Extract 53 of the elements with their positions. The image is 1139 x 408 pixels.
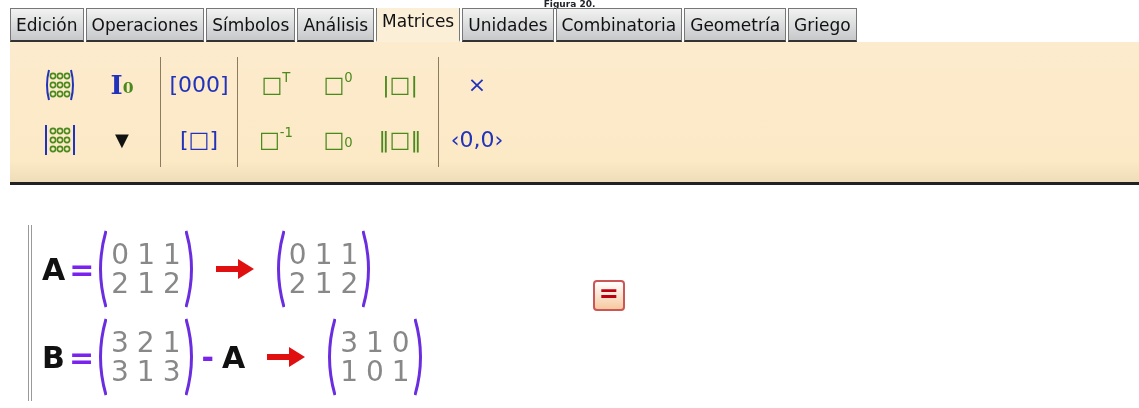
figure-caption: Figura 20. [542, 0, 597, 8]
matrix-entry: 2 [287, 269, 308, 299]
matrix-entry: 1 [136, 269, 156, 299]
matrix-entry: 1 [161, 327, 182, 357]
matrix-entry: 3 [110, 327, 130, 357]
tab[interactable]: Geometría [684, 8, 787, 42]
matrix-entry: 1 [313, 239, 334, 269]
dropdown-button[interactable]: ▼ [94, 112, 150, 167]
toolbar-button[interactable]: ‹0,0› [449, 112, 505, 167]
matrix-entry: 2 [110, 269, 131, 299]
tab[interactable]: Combinatoria [555, 8, 683, 42]
matrix-entry: 1 [162, 239, 182, 269]
toolbar-button[interactable]: × [449, 57, 505, 112]
equals-sign: = [69, 250, 95, 289]
minus-sign: - [201, 338, 214, 377]
evaluate-button[interactable]: = [592, 280, 625, 311]
tab[interactable]: Griego [788, 8, 857, 42]
toolbar-button[interactable]: [000] [171, 57, 227, 112]
matrix-entry: 2 [135, 327, 156, 357]
tab[interactable]: Unidades [462, 8, 554, 42]
matrix-entry: 0 [390, 327, 411, 357]
matrix-entry: 1 [313, 269, 334, 299]
tab[interactable]: Símbolos [206, 8, 296, 42]
variable-name: A [221, 338, 246, 377]
variable-name: B [42, 338, 65, 377]
tab[interactable]: Matrices [376, 8, 461, 42]
matrix-entry: 1 [339, 357, 359, 387]
variable-name: A [42, 250, 66, 289]
arrow-icon [267, 346, 306, 368]
matrix-entry: 2 [339, 269, 360, 299]
equals-sign: = [68, 338, 94, 377]
matrix-entry: 3 [161, 357, 182, 387]
toolbar-button[interactable]: □$^{T}$ [248, 57, 304, 112]
toolbar-button[interactable]: □$^{-1}$ [248, 112, 304, 167]
tab[interactable]: Edición [10, 8, 84, 42]
matrix-entry: 0 [110, 239, 131, 269]
toolbar-button[interactable]: □$^{0}$ [310, 57, 366, 112]
tab[interactable]: Operaciones [85, 8, 205, 42]
matrix-entry: 1 [365, 327, 385, 357]
matrix-entry: 1 [390, 357, 411, 387]
matrix-entry: 2 [162, 269, 182, 299]
matrix-entry: 1 [135, 357, 156, 387]
toolbar-button[interactable]: ‖□‖ [372, 112, 428, 167]
matrix-entry: 3 [110, 357, 130, 387]
matrix-entry: 1 [136, 239, 156, 269]
matrix-entry: 0 [287, 239, 308, 269]
toolbar-button[interactable]: [□] [171, 112, 227, 167]
matrix-entry: 0 [365, 357, 385, 387]
arrow-icon [215, 258, 254, 280]
matrix-entry: 3 [339, 327, 359, 357]
matrix-entry: 1 [339, 239, 360, 269]
tab[interactable]: Análisis [297, 8, 375, 42]
toolbar-button[interactable]: |□| [372, 57, 428, 112]
